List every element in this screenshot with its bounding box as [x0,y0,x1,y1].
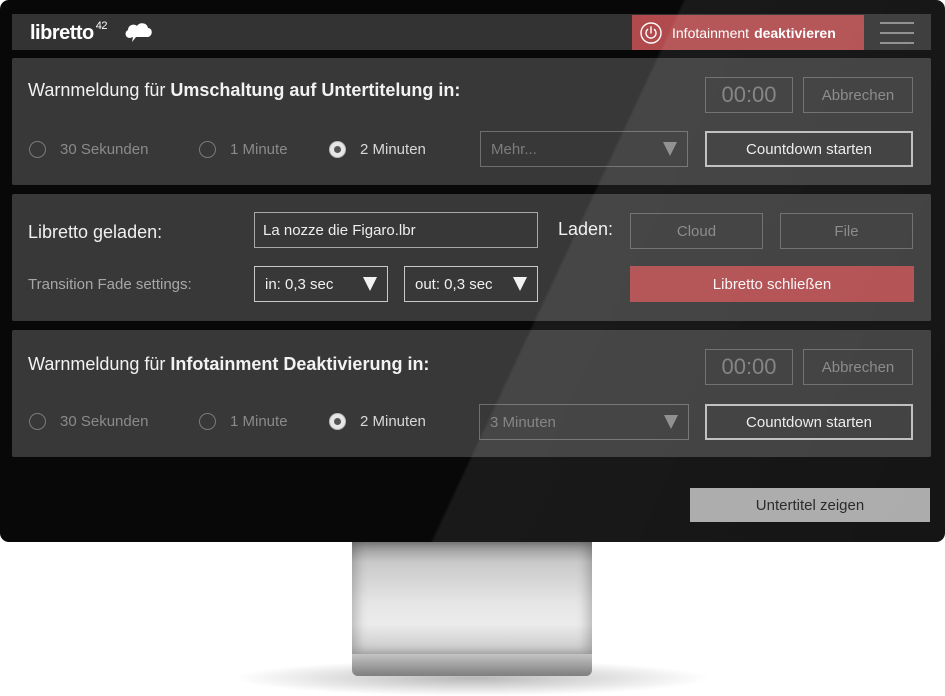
stage: libretto 42 Infotainment deaktivieren Warn… [0,0,945,696]
subtitle-warning-title: Warnmeldung für Umschaltung auf Untertit… [28,80,461,100]
radio-circle [29,413,46,430]
dropdown-arrow-icon [513,277,527,291]
infotainment-radio-1min[interactable]: 1 Minute [199,413,288,430]
infotainment-countdown-timer: 00:00 [705,349,793,385]
infotainment-radio-30s[interactable]: 30 Sekunden [29,413,148,430]
deactivate-bold: deaktivieren [754,24,836,41]
subtitle-radio-30s[interactable]: 30 Sekunden [29,141,148,158]
hamburger-menu-icon[interactable] [880,22,914,44]
power-icon [640,21,662,44]
fade-in-select[interactable]: in: 0,3 sec [254,266,388,302]
logo-superscript: 42 [95,20,108,32]
close-libretto-button[interactable]: Libretto schließen [630,266,914,302]
subtitle-radio-1min[interactable]: 1 Minute [199,141,288,158]
infotainment-start-countdown-button[interactable]: Countdown starten [705,404,913,440]
load-cloud-button[interactable]: Cloud [630,213,763,249]
subtitle-radio-2min[interactable]: 2 Minuten [329,141,426,158]
subtitle-more-select[interactable]: Mehr... [480,131,688,167]
infotainment-more-select[interactable]: 3 Minuten [479,404,689,440]
transition-fade-label: Transition Fade settings: [28,276,192,293]
load-label: Laden: [558,219,614,239]
infotainment-radio-2min[interactable]: 2 Minuten [329,413,426,430]
radio-circle-selected [329,141,346,158]
logo-text: libretto [30,22,94,44]
monitor-screen: libretto 42 Infotainment deaktivieren Warn… [0,0,945,542]
subtitle-cancel-button[interactable]: Abbrechen [803,77,913,113]
deactivate-infotainment-button[interactable]: Infotainment deaktivieren [632,15,864,50]
radio-circle [199,141,216,158]
monitor-stand-base [352,654,592,676]
dropdown-arrow-icon [363,277,377,291]
libretto-loaded-label: Libretto geladen: [28,222,163,242]
fade-out-select[interactable]: out: 0,3 sec [404,266,538,302]
radio-circle [29,141,46,158]
monitor-stand-shading [352,624,592,654]
dropdown-arrow-icon [663,142,677,156]
deactivate-prefix: Infotainment [672,24,750,41]
app-logo: libretto 42 [30,20,108,46]
show-subtitles-button[interactable]: Untertitel zeigen [690,488,930,522]
infotainment-cancel-button[interactable]: Abbrechen [803,349,913,385]
load-file-button[interactable]: File [780,213,913,249]
libretto-file-field[interactable] [254,212,538,248]
radio-circle [199,413,216,430]
infotainment-warning-title: Warnmeldung für Infotainment Deaktivieru… [28,354,430,374]
subtitle-start-countdown-button[interactable]: Countdown starten [705,131,913,167]
dropdown-arrow-icon [664,415,678,429]
subtitle-countdown-timer: 00:00 [705,77,793,113]
radio-circle-selected [329,413,346,430]
cloud-logo-icon [125,23,152,42]
